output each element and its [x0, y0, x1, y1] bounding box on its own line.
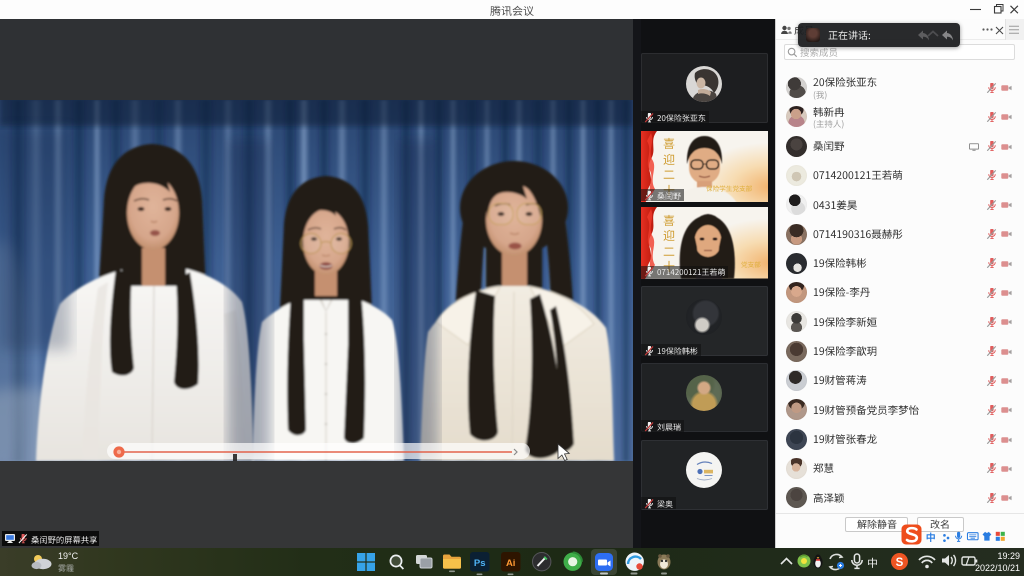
- svg-text:中: 中: [926, 531, 936, 544]
- svg-text:S: S: [896, 557, 904, 569]
- svg-text:Ps: Ps: [474, 558, 486, 569]
- svg-text:Ai: Ai: [506, 558, 516, 569]
